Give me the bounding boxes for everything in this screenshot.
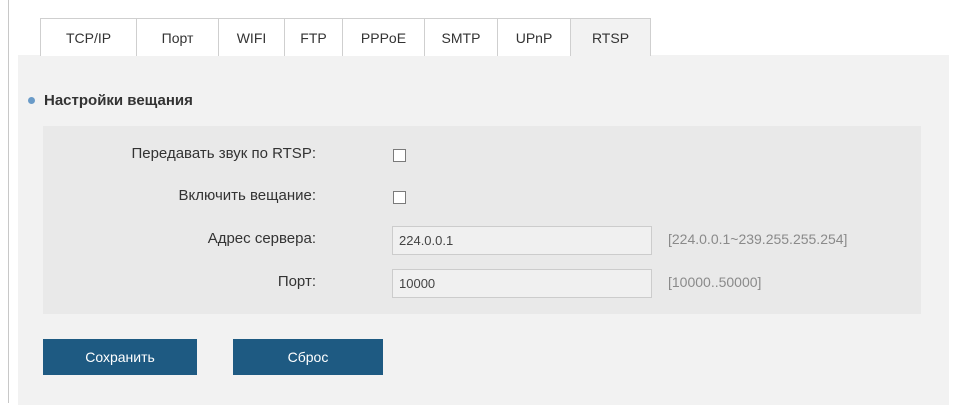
tab-wifi[interactable]: WIFI [218,18,285,56]
port-hint: [10000..50000] [668,274,762,290]
server-address-hint: [224.0.0.1~239.255.255.254] [668,231,848,247]
tab-smtp[interactable]: SMTP [424,18,498,56]
tab-pppoe[interactable]: PPPoE [342,18,425,56]
audio-rtsp-label: Передавать звук по RTSP: [131,145,316,162]
enable-broadcast-checkbox[interactable] [393,191,406,204]
tab-ftp[interactable]: FTP [284,18,343,56]
server-address-label: Адрес сервера: [207,230,316,247]
bullet-icon [28,97,35,104]
section-heading: Настройки вещания [28,92,193,109]
section-title: Настройки вещания [44,92,193,109]
reset-button[interactable]: Сброс [233,339,383,375]
enable-broadcast-label: Включить вещание: [178,187,316,204]
audio-rtsp-checkbox[interactable] [393,149,406,162]
port-input[interactable]: 10000 [392,269,652,298]
tab-upnp[interactable]: UPnP [497,18,571,56]
tab-bar: TCP/IP Порт WIFI FTP PPPoE SMTP UPnP RTS… [40,18,651,56]
tab-port[interactable]: Порт [136,18,219,56]
tab-tcpip[interactable]: TCP/IP [40,18,137,56]
tab-rtsp[interactable]: RTSP [570,18,651,56]
server-address-input[interactable]: 224.0.0.1 [392,226,652,255]
form-panel: Передавать звук по RTSP: Включить вещани… [43,126,921,314]
save-button[interactable]: Сохранить [43,339,197,375]
port-label: Порт: [277,273,316,290]
